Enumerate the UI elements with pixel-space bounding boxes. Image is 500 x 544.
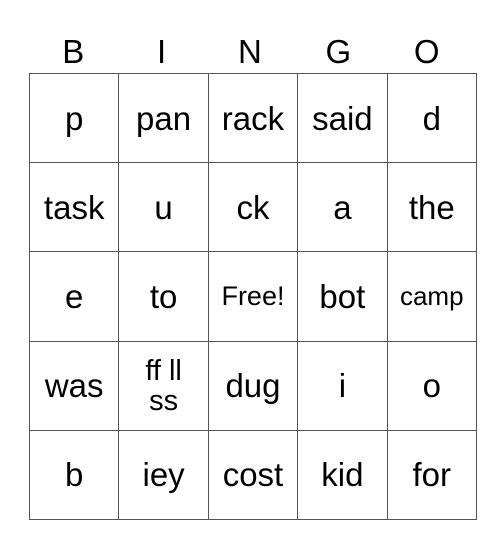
bingo-cell[interactable]: p [28, 72, 120, 164]
bingo-cell[interactable]: o [386, 340, 477, 431]
bingo-cell[interactable]: to [118, 251, 209, 342]
card-row: e to Free! bot camp [28, 251, 477, 342]
bingo-cell[interactable]: i [297, 340, 388, 431]
bingo-cell[interactable]: d [386, 72, 477, 164]
free-space-cell[interactable]: Free! [207, 251, 299, 342]
card-row: was ff ll ss dug i o [28, 340, 477, 431]
bingo-cell[interactable]: ck [207, 162, 299, 253]
bingo-cell[interactable]: for [386, 429, 477, 520]
bingo-cell[interactable]: iey [118, 429, 209, 520]
bingo-cell[interactable]: pan [118, 72, 209, 164]
header-letter-n: N [238, 33, 262, 70]
bingo-cell[interactable]: dug [207, 340, 299, 431]
bingo-cell[interactable]: e [28, 251, 120, 342]
card-row: task u ck a the [28, 162, 477, 253]
bingo-cell[interactable]: u [118, 162, 209, 253]
bingo-cell[interactable]: a [297, 162, 388, 253]
header-letter-b: B [62, 33, 85, 70]
card-row: p pan rack said d [28, 72, 477, 164]
header-letter-i: I [157, 33, 167, 70]
bingo-cell[interactable]: cost [207, 429, 299, 520]
bingo-cell[interactable]: camp [386, 251, 477, 342]
bingo-header: B I N G O [29, 30, 471, 73]
bingo-cell[interactable]: kid [297, 429, 388, 520]
card-row: b iey cost kid for [28, 429, 477, 520]
bingo-cell[interactable]: b [28, 429, 120, 520]
bingo-cell[interactable]: bot [297, 251, 388, 342]
header-letter-g: G [325, 33, 352, 70]
bingo-card: p pan rack said d task u ck a the e to F… [28, 72, 477, 520]
header-letter-o: O [413, 33, 440, 70]
bingo-cell[interactable]: task [28, 162, 120, 253]
bingo-cell[interactable]: was [28, 340, 120, 431]
bingo-cell[interactable]: ff ll ss [118, 340, 209, 431]
bingo-cell[interactable]: rack [207, 72, 299, 164]
bingo-cell[interactable]: said [297, 72, 388, 164]
bingo-cell[interactable]: the [386, 162, 477, 253]
